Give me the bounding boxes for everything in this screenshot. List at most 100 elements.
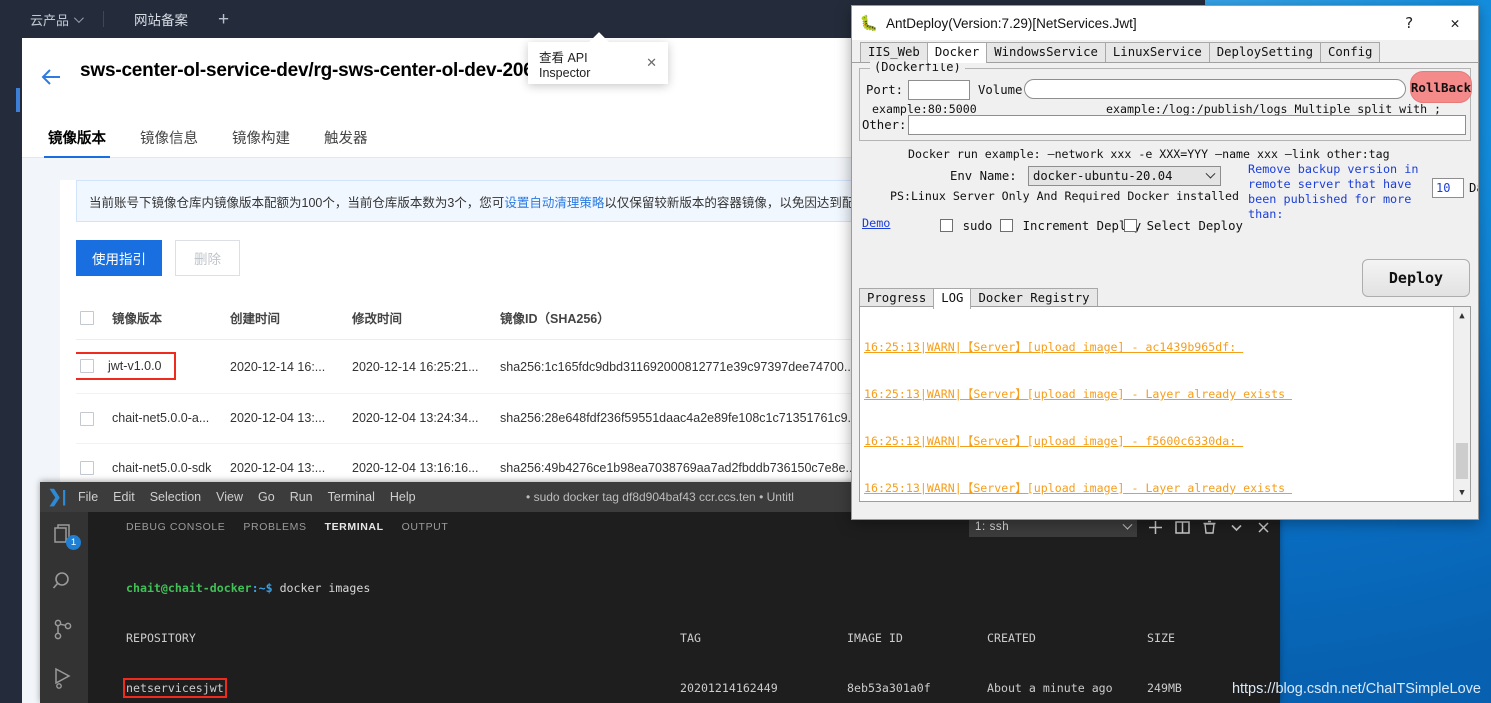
chevron-down-icon (73, 12, 84, 23)
tab-image-versions[interactable]: 镜像版本 (44, 127, 110, 158)
kill-terminal-icon[interactable] (1201, 519, 1218, 536)
auto-cleanup-policy-link[interactable]: 设置自动清理策略 (504, 192, 604, 211)
watermark: https://blog.csdn.net/ChaITSimpleLove (1231, 681, 1481, 697)
back-arrow-icon[interactable] (38, 64, 64, 90)
terminal-select-value: 1: ssh (975, 521, 1010, 533)
scroll-up-icon[interactable]: ▲ (1454, 307, 1470, 324)
sudo-checkbox-group[interactable]: sudo (940, 215, 992, 234)
terminal-image-row: netservicesjwt 20201214162449 8eb53a301a0f… (123, 678, 1280, 699)
antdeploy-docker-pane: (Dockerfile) Port: example:80:5000 Volum… (852, 60, 1478, 519)
log-scrollbar[interactable]: ▲ ▼ (1453, 307, 1470, 501)
increment-deploy-checkbox[interactable] (1000, 219, 1013, 232)
chevron-down-icon (1122, 519, 1133, 530)
menu-go[interactable]: Go (258, 490, 275, 504)
column-header-modified: 修改时间 (352, 298, 500, 340)
row-checkbox[interactable] (80, 411, 94, 426)
add-terminal-icon[interactable] (1147, 519, 1164, 536)
env-name-dropdown[interactable]: docker-ubuntu-20.04 (1028, 166, 1221, 186)
row-version-cell-highlighted: jwt-v1.0.0 (76, 339, 230, 394)
scrollbar-thumb[interactable] (1456, 443, 1468, 479)
select-deploy-checkbox[interactable] (1124, 219, 1137, 232)
close-icon[interactable]: ✕ (646, 55, 657, 71)
tab-image-info[interactable]: 镜像信息 (140, 127, 198, 157)
tab-output[interactable]: OUTPUT (402, 521, 449, 533)
menu-terminal[interactable]: Terminal (328, 490, 375, 504)
port-input[interactable] (908, 80, 970, 100)
source-control-icon[interactable] (51, 618, 77, 644)
chevron-down-icon[interactable] (1228, 519, 1245, 536)
nav-tab-website-filing[interactable]: 网站备案 (118, 9, 204, 29)
tab-progress[interactable]: Progress (859, 288, 935, 308)
tab-config[interactable]: Config (1320, 42, 1381, 62)
tab-image-build[interactable]: 镜像构建 (232, 127, 290, 157)
menu-run[interactable]: Run (290, 490, 313, 504)
log-output-area[interactable]: 16:25:13|WARN|【Server】[upload image] - a… (859, 306, 1471, 502)
usage-guide-button[interactable]: 使用指引 (76, 240, 162, 276)
deploy-button[interactable]: Deploy (1362, 259, 1470, 297)
volume-label: Volume: (978, 83, 1030, 97)
retention-days-input[interactable] (1432, 178, 1464, 198)
scroll-down-icon[interactable]: ▼ (1454, 484, 1470, 501)
log-line-warn: 16:25:13|WARN|【Server】[upload image] - L… (864, 386, 1293, 401)
explorer-icon[interactable]: 1 (51, 522, 81, 550)
row-version-label: chait-net5.0.0-a... (112, 393, 230, 444)
tab-docker-registry[interactable]: Docker Registry (970, 288, 1098, 308)
rollback-button[interactable]: RollBack (1410, 71, 1472, 103)
add-tab-button[interactable]: + (204, 10, 243, 29)
column-header-created: 创建时间 (230, 298, 352, 340)
row-modified: 2020-12-04 13:24:34... (352, 393, 500, 444)
menu-selection[interactable]: Selection (150, 490, 201, 504)
menu-file[interactable]: File (78, 490, 98, 504)
select-deploy-checkbox-group[interactable]: Select Deploy (1124, 215, 1243, 234)
tab-iis-web[interactable]: IIS_Web (860, 42, 928, 62)
volume-hint: example:/log:/publish/logs Multiple spli… (1106, 102, 1442, 116)
select-deploy-label: Select Deploy (1146, 219, 1243, 233)
env-name-label: Env Name: (950, 169, 1017, 183)
row-checkbox[interactable] (80, 359, 94, 373)
menu-view[interactable]: View (216, 490, 243, 504)
page-title: sws-center-ol-service-dev/rg-sws-center-… (80, 60, 544, 81)
tab-problems[interactable]: PROBLEMS (243, 521, 306, 533)
tab-debug-console[interactable]: DEBUG CONSOLE (126, 521, 225, 533)
tab-docker[interactable]: Docker (926, 42, 988, 63)
select-all-checkbox[interactable] (80, 310, 94, 325)
terminal-output[interactable]: chait@chait-docker:~$ docker images REPO… (88, 542, 1280, 703)
tab-deploy-setting[interactable]: DeploySetting (1208, 42, 1321, 62)
row-select-cell (76, 393, 112, 444)
other-input[interactable] (908, 115, 1466, 135)
tab-windows-service[interactable]: WindowsService (986, 42, 1106, 62)
cell-tag: 20201214162449 (680, 681, 778, 696)
tab-linux-service[interactable]: LinuxService (1104, 42, 1210, 62)
menu-edit[interactable]: Edit (113, 490, 135, 504)
row-checkbox[interactable] (80, 461, 94, 476)
run-debug-icon[interactable] (51, 666, 77, 692)
close-icon[interactable]: ✕ (1432, 6, 1478, 40)
menu-help[interactable]: Help (390, 490, 416, 504)
increment-deploy-checkbox-group[interactable]: Increment Deploy (1000, 215, 1141, 234)
nav-cloud-products[interactable]: 云产品 (0, 10, 89, 29)
env-name-value: docker-ubuntu-20.04 (1033, 169, 1173, 183)
tab-triggers[interactable]: 触发器 (324, 127, 368, 157)
tab-log[interactable]: LOG (933, 288, 972, 309)
row-version-label: jwt-v1.0.0 (108, 359, 162, 373)
console-left-rail (0, 38, 22, 703)
help-button[interactable]: ? (1386, 6, 1432, 40)
terminal-prompt-path: :~$ (251, 580, 273, 595)
navbar-divider (103, 11, 105, 27)
port-label: Port: (866, 83, 904, 97)
sudo-checkbox[interactable] (940, 219, 953, 232)
log-line-warn: 16:25:13|WARN|【Server】[upload image] - a… (864, 340, 1244, 355)
antdeploy-titlebar[interactable]: 🐛 AntDeploy(Version:7.29)[NetServices.Jw… (852, 6, 1478, 40)
terminal-prompt-user: chait@chait-docker (126, 580, 252, 595)
volume-input[interactable] (1024, 79, 1406, 99)
log-line-warn: 16:25:13|WARN|【Server】[upload image] - L… (864, 480, 1293, 495)
search-icon[interactable] (51, 570, 77, 596)
close-panel-icon[interactable] (1255, 519, 1272, 536)
split-terminal-icon[interactable] (1174, 519, 1191, 536)
terminal-select-dropdown[interactable]: 1: ssh (969, 517, 1137, 537)
demo-link[interactable]: Demo (862, 216, 890, 231)
sudo-label: sudo (962, 219, 993, 233)
header-size: SIZE (1147, 630, 1175, 645)
tab-terminal[interactable]: TERMINAL (325, 521, 384, 533)
notice-text-part2: 以仅保留较新版本的容器镜像，以免因达到配额限制 (604, 195, 892, 210)
